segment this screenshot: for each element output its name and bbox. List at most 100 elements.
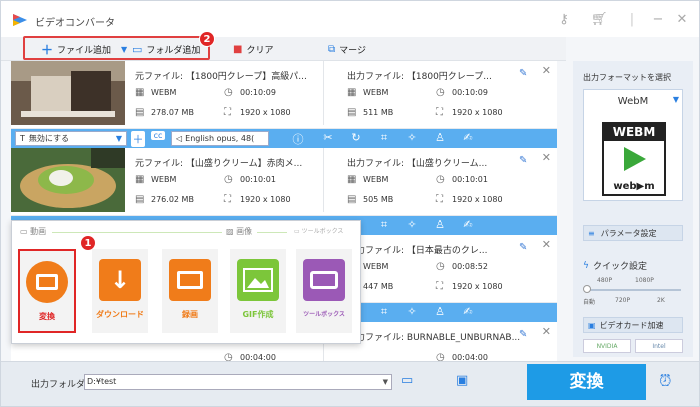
video-thumbnail[interactable]: [11, 148, 125, 212]
output-folder-label: 出力フォルダ:: [31, 380, 89, 390]
source-duration-value: 00:10:01: [240, 175, 276, 184]
file-size-icon: ▤: [347, 194, 357, 205]
effect-icon[interactable]: ✧: [405, 218, 419, 231]
intel-badge: Intel: [635, 339, 683, 353]
cut-icon[interactable]: ✂: [321, 131, 335, 144]
divider: [257, 232, 287, 233]
gif-maker-tile[interactable]: GIF作成: [230, 249, 286, 333]
remove-row-icon[interactable]: ✕: [542, 238, 551, 251]
alarm-clock-icon[interactable]: ⏰︎: [659, 371, 671, 391]
edit-icon[interactable]: ✍: [461, 218, 475, 231]
key-icon[interactable]: ⚷: [557, 13, 571, 27]
parameter-settings-button[interactable]: ≡ パラメータ設定: [583, 225, 683, 241]
row-divider: [323, 148, 324, 212]
quality-slider-handle[interactable]: [583, 285, 591, 293]
list-item: 元ファイル: 【山盛りクリーム】赤肉メ... ▦ WEBM ◷ 00:10:01 ▤…: [11, 148, 557, 216]
record-tile[interactable]: 録画: [162, 249, 218, 333]
effect-icon[interactable]: ✧: [405, 131, 419, 144]
resolution-icon: ⛶: [436, 107, 443, 118]
source-format: ▦ WEBM: [135, 174, 176, 185]
output-duration: ◷ 00:04:00: [436, 352, 488, 361]
edit-pen-icon[interactable]: ✎: [519, 155, 527, 166]
output-folder-input[interactable]: D:¥test ▼: [84, 374, 392, 390]
output-duration-value: 00:04:00: [452, 353, 488, 361]
nvidia-label: NVIDIA: [596, 342, 618, 350]
remove-row-icon[interactable]: ✕: [542, 325, 551, 338]
clear-button[interactable]: ■ クリア: [233, 41, 273, 57]
gif-maker-tile-label: GIF作成: [242, 310, 274, 319]
select-format-label: 出力フォーマットを選択: [583, 73, 671, 82]
window-title: ビデオコンバータ: [35, 18, 115, 29]
crop-icon[interactable]: ⌗: [377, 131, 391, 145]
format-icon: ▦: [135, 174, 145, 185]
source-resolution-value: 1920 x 1080: [240, 195, 291, 204]
resolution-icon: ⛶: [436, 281, 443, 292]
edit-pen-icon[interactable]: ✎: [519, 68, 527, 79]
quick-settings-text: クイック設定: [592, 262, 647, 272]
merge-button[interactable]: ⧉ マージ: [328, 41, 366, 57]
cc-icon[interactable]: cc: [151, 131, 165, 140]
audio-select[interactable]: ◁ English opus, 48(: [171, 131, 269, 146]
folder-import-icon[interactable]: ▣: [456, 373, 468, 388]
close-icon[interactable]: ✕: [675, 13, 689, 27]
chevron-down-icon: ▼: [115, 134, 122, 143]
cart-icon[interactable]: 🛒︎: [591, 13, 608, 27]
video-thumbnail[interactable]: [11, 61, 125, 125]
nvidia-badge: NVIDIA: [583, 339, 631, 353]
output-resolution: ⛶ 1920 x 1080: [436, 107, 503, 118]
toolbox-tile[interactable]: ツールボックス: [296, 249, 352, 333]
image-category-label: 画像: [236, 227, 253, 236]
rotate-icon[interactable]: ↻: [349, 131, 363, 144]
crop-icon[interactable]: ⌗: [377, 305, 391, 319]
source-duration: ◷ 00:10:09: [224, 87, 276, 98]
quality-1080p-label: 1080P: [635, 277, 654, 284]
chevron-down-icon[interactable]: ▼: [383, 375, 388, 389]
edit-pen-icon[interactable]: ✎: [519, 242, 527, 253]
edit-pen-icon[interactable]: ✎: [519, 329, 527, 340]
output-size-value: 505 MB: [363, 195, 394, 204]
source-format: ▦ WEBM: [135, 87, 176, 98]
gpu-accel-toggle[interactable]: ▣ ビデオカード加速: [583, 317, 683, 333]
source-filename: 元ファイル: 【1800円クレープ】高級パ...: [135, 72, 307, 82]
file-size-icon: ▤: [135, 107, 145, 118]
resolution-icon: ⛶: [436, 194, 443, 205]
chevron-down-icon: ▼: [672, 95, 679, 104]
play-icon: [624, 147, 646, 171]
webm-format-icon: WEBM web▶m: [602, 122, 666, 196]
parameter-settings-label: パラメータ設定: [600, 228, 657, 238]
gpu-accel-label: ビデオカード加速: [599, 320, 664, 330]
webm-logo-bottom: web▶m: [613, 181, 655, 192]
minimize-icon[interactable]: −: [651, 13, 665, 27]
watermark-icon[interactable]: ♙: [433, 218, 447, 231]
edit-icon[interactable]: ✍: [461, 305, 475, 318]
output-duration-value: 00:10:09: [452, 88, 488, 97]
remove-row-icon[interactable]: ✕: [542, 64, 551, 77]
subtitle-select[interactable]: T 無効にする ▼: [15, 131, 127, 146]
quality-slider[interactable]: [585, 289, 681, 291]
output-size-value: 447 MB: [363, 282, 394, 291]
subtitle-select-value: 無効にする: [28, 134, 69, 143]
convert-button[interactable]: 変換: [527, 364, 646, 400]
clock-icon: ◷: [224, 87, 233, 98]
format-selector[interactable]: WebM ▼ WEBM web▶m: [583, 89, 683, 201]
source-size-value: 276.02 MB: [151, 195, 194, 204]
add-subtitle-icon[interactable]: ＋: [131, 131, 145, 147]
clock-icon: ◷: [224, 174, 233, 185]
list-item: 元ファイル: 【1800円クレープ】高級パ... ▦ WEBM ◷ 00:10:09…: [11, 61, 557, 129]
quality-auto-label: 自動: [583, 299, 596, 306]
watermark-icon[interactable]: ♙: [433, 305, 447, 318]
folder-open-icon[interactable]: ▭: [401, 373, 413, 388]
watermark-icon[interactable]: ♙: [433, 131, 447, 144]
row-divider: [323, 61, 324, 125]
effect-icon[interactable]: ✧: [405, 305, 419, 318]
clock-icon: ◷: [436, 174, 445, 185]
film-icon: [26, 261, 68, 303]
info-icon[interactable]: ⓘ: [291, 131, 305, 147]
download-tile[interactable]: ↓ ダウンロード: [92, 249, 148, 333]
convert-tile[interactable]: 変換: [18, 249, 76, 333]
edit-icon[interactable]: ✍: [461, 131, 475, 144]
image-icon: [237, 259, 279, 301]
output-duration: ◷ 00:10:01: [436, 174, 488, 185]
crop-icon[interactable]: ⌗: [377, 218, 391, 232]
remove-row-icon[interactable]: ✕: [542, 151, 551, 164]
